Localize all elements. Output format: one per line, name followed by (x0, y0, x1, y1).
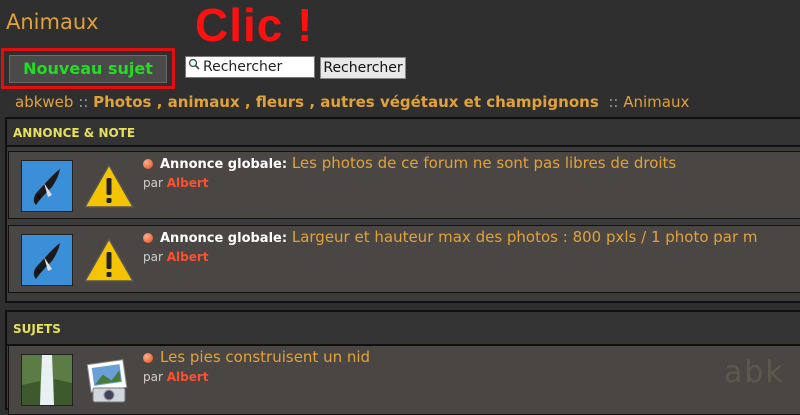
new-topic-button[interactable]: Nouveau sujet (9, 55, 167, 83)
announcement-row[interactable]: Annonce globale: Les photos de ce forum … (8, 151, 800, 219)
topic-link[interactable]: Largeur et hauteur max des photos : 800 … (292, 228, 758, 246)
announcement-title-line: Annonce globale: Largeur et hauteur max … (160, 228, 758, 246)
breadcrumb-home[interactable]: abkweb (15, 93, 73, 111)
breadcrumb-separator: :: (608, 93, 619, 111)
topic-link[interactable]: Les photos de ce forum ne sont pas libre… (292, 154, 676, 172)
breadcrumb-category[interactable]: Photos , animaux , fleurs , autres végét… (93, 93, 599, 111)
topic-link[interactable]: Les pies construisent un nid (160, 348, 370, 366)
announcement-label: Annonce globale: (160, 157, 288, 172)
forum-title: Animaux (6, 10, 99, 34)
by-label: par (143, 176, 163, 190)
avatar (21, 234, 73, 286)
byline: par Albert (143, 250, 209, 264)
by-label: par (143, 250, 163, 264)
topic-title-line: Les pies construisent un nid (160, 348, 370, 366)
click-annotation: Clic ! (195, 0, 314, 51)
author-link[interactable]: Albert (167, 250, 209, 264)
byline: par Albert (143, 176, 209, 190)
author-link[interactable]: Albert (167, 370, 209, 384)
status-dot (143, 353, 153, 363)
byline: par Albert (143, 370, 209, 384)
breadcrumb-current[interactable]: Animaux (623, 93, 689, 111)
topics-header: SUJETS (7, 312, 800, 346)
breadcrumb-separator: :: (78, 93, 89, 111)
by-label: par (143, 370, 163, 384)
waterfall-image (22, 355, 72, 405)
search-icon (188, 58, 200, 70)
warning-icon (84, 238, 134, 282)
topic-row[interactable]: Les pies construisent un nid par Albert (8, 345, 800, 415)
avatar (21, 354, 73, 406)
photo-topic-icon (86, 359, 128, 403)
bird-image (33, 169, 60, 205)
breadcrumb: abkweb :: Photos , animaux , fleurs , au… (15, 93, 689, 111)
announcements-header: ANNONCE & NOTE (7, 119, 800, 147)
status-dot (143, 233, 153, 243)
announcement-title-line: Annonce globale: Les photos de ce forum … (160, 154, 676, 172)
avatar (21, 160, 73, 212)
bird-image (33, 243, 60, 279)
search-input[interactable]: Rechercher (185, 56, 315, 78)
author-link[interactable]: Albert (167, 176, 209, 190)
warning-icon (84, 164, 134, 208)
site-watermark: abk (724, 355, 785, 390)
status-dot (143, 159, 153, 169)
search-button[interactable]: Rechercher (320, 57, 406, 79)
announcement-row[interactable]: Annonce globale: Largeur et hauteur max … (8, 225, 800, 293)
announcement-label: Annonce globale: (160, 231, 288, 246)
